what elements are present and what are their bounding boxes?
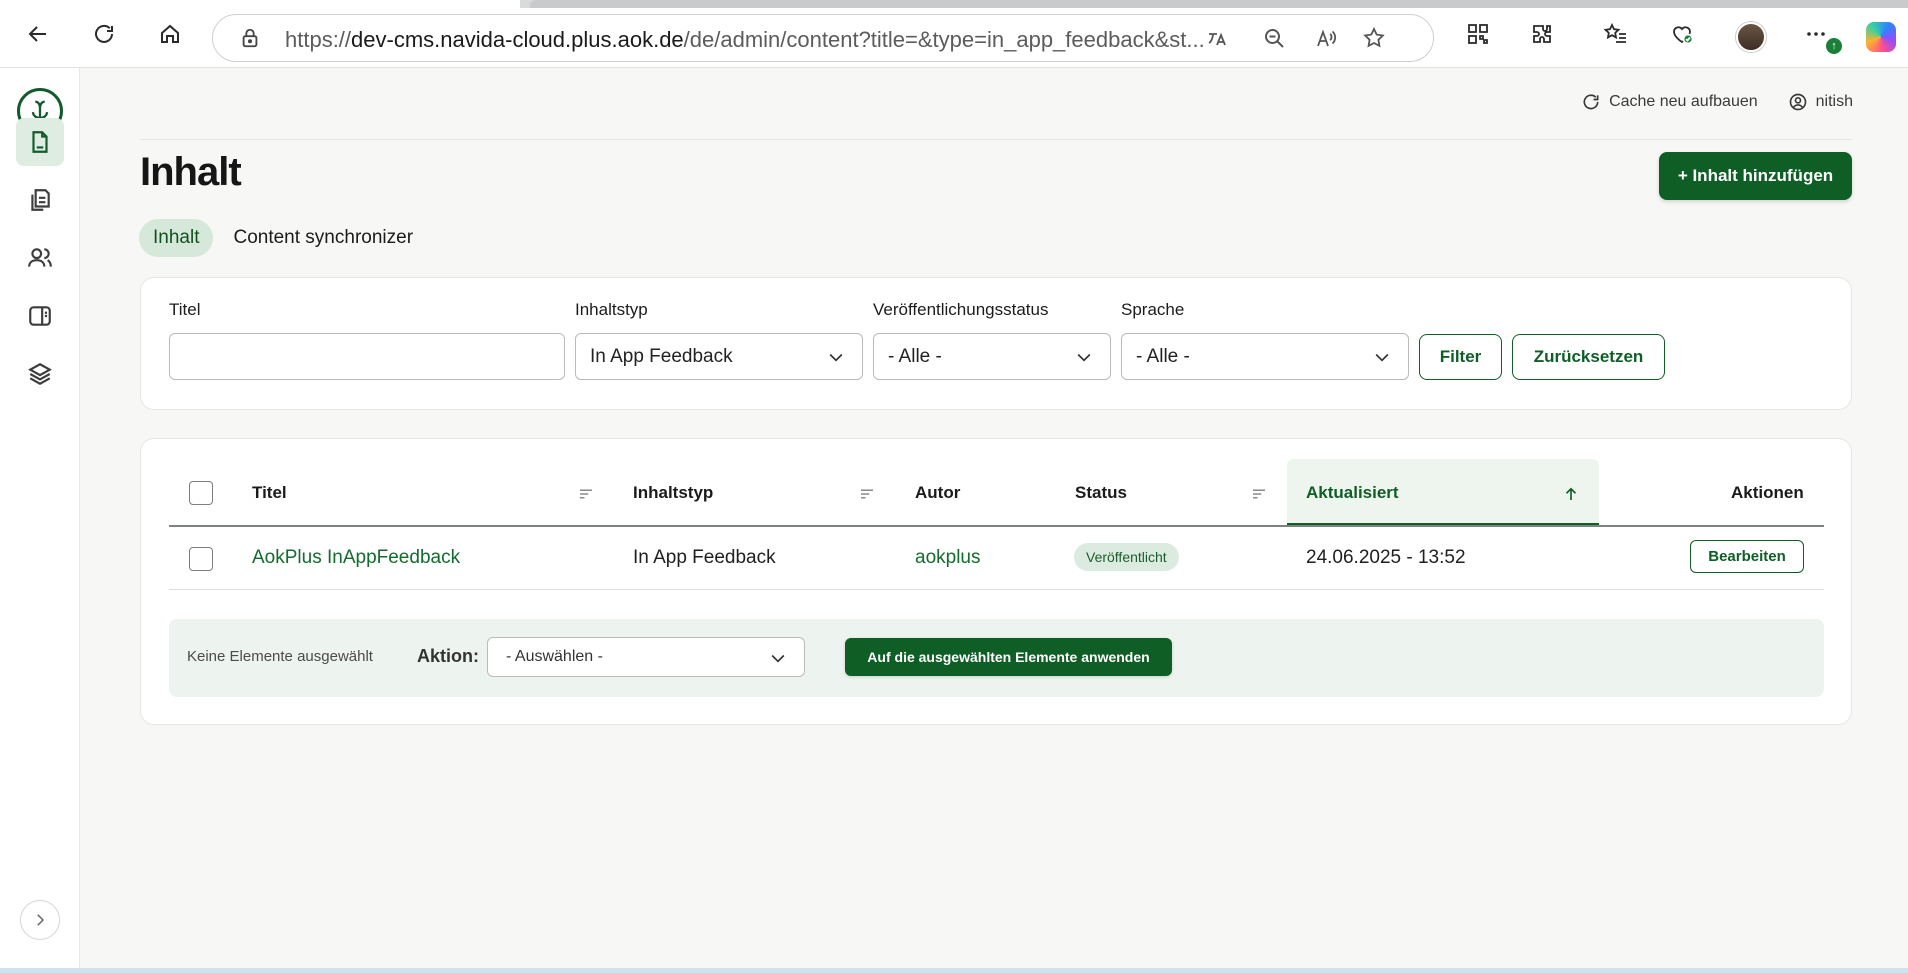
layers-icon [28,363,52,385]
language-filter-select[interactable]: - Alle - [1121,333,1409,380]
user-name: nitish [1815,93,1853,110]
address-bar[interactable]: https://dev-cms.navida-cloud.plus.aok.de… [212,14,1434,62]
taskbar-edge [0,968,1908,973]
content-table-card: Titel Inhaltstyp Autor Status Aktualisie… [140,438,1852,725]
table-row-divider [169,589,1824,590]
layout-panel-icon [29,306,51,326]
apply-bulk-action-button[interactable]: Auf die ausgewählten Elemente anwenden [845,638,1172,676]
url-prefix: https:// [285,27,352,52]
browser-tab-other[interactable] [530,0,1908,8]
page-title: Inhalt [140,150,242,194]
sort-lines-icon[interactable] [577,485,595,503]
tab-strip [0,0,1908,8]
column-header-title[interactable]: Titel [252,483,287,503]
back-icon[interactable] [22,18,54,50]
user-circle-icon [1789,93,1806,111]
bulk-action-value: - Auswählen - [506,648,603,665]
status-badge: Veröffentlicht [1074,543,1179,571]
extensions-icon[interactable] [1526,18,1558,50]
favorite-star-icon[interactable] [1361,25,1387,51]
translate-icon[interactable] [1205,25,1231,51]
add-content-button[interactable]: + Inhalt hinzufügen [1659,152,1852,200]
sidebar [0,68,80,968]
chevron-down-icon [829,353,843,362]
update-badge-icon: ↑ [1826,38,1842,54]
language-filter-label: Sprache [1121,300,1185,319]
chevron-down-icon [1077,353,1091,362]
bulk-action-select[interactable]: - Auswählen - [487,637,805,677]
chevron-right-icon [37,914,45,926]
select-all-checkbox[interactable] [189,481,213,505]
sidebar-item-content[interactable] [16,118,64,166]
language-filter-value: - Alle - [1136,345,1190,367]
url-path: /de/admin/content?title=&type=in_app_fee… [683,27,1205,52]
row-title-link[interactable]: AokPlus InAppFeedback [252,547,460,569]
title-filter-label: Titel [169,300,201,319]
favorites-list-icon[interactable] [1600,18,1632,50]
profile-avatar[interactable] [1736,22,1766,52]
filter-button[interactable]: Filter [1419,334,1502,380]
status-filter-value: - Alle - [888,345,942,367]
copilot-icon[interactable] [1866,22,1896,52]
refresh-icon [1583,94,1599,110]
type-filter-value: In App Feedback [590,345,733,367]
column-header-actions: Aktionen [1731,483,1804,502]
selection-status: Keine Elemente ausgewählt [187,648,373,665]
rebuild-cache-label: Cache neu aufbauen [1609,93,1758,110]
document-icon [32,131,48,153]
browser-tab-active[interactable] [0,0,520,8]
bulk-actions-bar: Keine Elemente ausgewählt Aktion: - Ausw… [169,619,1824,697]
row-checkbox[interactable] [189,547,213,571]
row-updated: 24.06.2025 - 13:52 [1306,547,1466,568]
row-type: In App Feedback [633,547,776,568]
bulk-action-label: Aktion: [417,646,479,666]
table-header-divider [169,525,1824,527]
edit-button[interactable]: Bearbeiten [1690,540,1804,573]
sub-tabs: Inhalt Content synchronizer [139,219,427,257]
sidebar-item-layout[interactable] [16,292,64,340]
filter-panel: Titel Inhaltstyp In App Feedback Veröffe… [140,277,1852,410]
lock-icon[interactable] [239,27,261,49]
users-icon [28,248,52,267]
reload-icon[interactable] [88,18,120,50]
url-host: dev-cms.navida-cloud.plus.aok.de [351,27,684,52]
sort-lines-icon[interactable] [1250,485,1268,503]
header-divider [140,139,1852,140]
utility-bar: Cache neu aufbauen nitish [1581,92,1853,112]
reset-button[interactable]: Zurücksetzen [1512,334,1665,380]
title-filter-input[interactable] [169,333,565,380]
chevron-down-icon [1375,353,1389,362]
read-aloud-icon[interactable] [1313,25,1339,51]
user-menu[interactable]: nitish [1788,92,1853,112]
arrow-up-icon[interactable] [1562,485,1580,503]
column-header-status[interactable]: Status [1075,483,1127,503]
type-filter-select[interactable]: In App Feedback [575,333,863,380]
sidebar-expand-button[interactable] [20,900,60,940]
browser-toolbar: https://dev-cms.navida-cloud.plus.aok.de… [0,0,1908,68]
rebuild-cache-link[interactable]: Cache neu aufbauen [1581,92,1758,112]
row-author-link[interactable]: aokplus [915,547,981,569]
column-header-updated[interactable]: Aktualisiert [1306,483,1399,503]
tab-content-synchronizer[interactable]: Content synchronizer [219,219,427,257]
type-filter-label: Inhaltstyp [575,300,648,319]
documents-stack-icon [31,189,50,211]
qr-code-icon[interactable] [1462,18,1494,50]
sidebar-item-documents[interactable] [16,176,64,224]
sidebar-item-layers[interactable] [16,350,64,398]
tab-content[interactable]: Inhalt [139,219,214,257]
status-filter-select[interactable]: - Alle - [873,333,1111,380]
column-header-type[interactable]: Inhaltstyp [633,483,713,503]
status-filter-label: Veröffentlichungsstatus [873,300,1049,319]
chevron-down-icon [771,654,785,663]
sidebar-item-users[interactable] [16,234,64,282]
sort-lines-icon[interactable] [858,485,876,503]
browser-health-icon[interactable] [1666,18,1698,50]
home-icon[interactable] [154,18,186,50]
zoom-out-icon[interactable] [1261,25,1287,51]
column-header-author: Autor [915,483,961,502]
